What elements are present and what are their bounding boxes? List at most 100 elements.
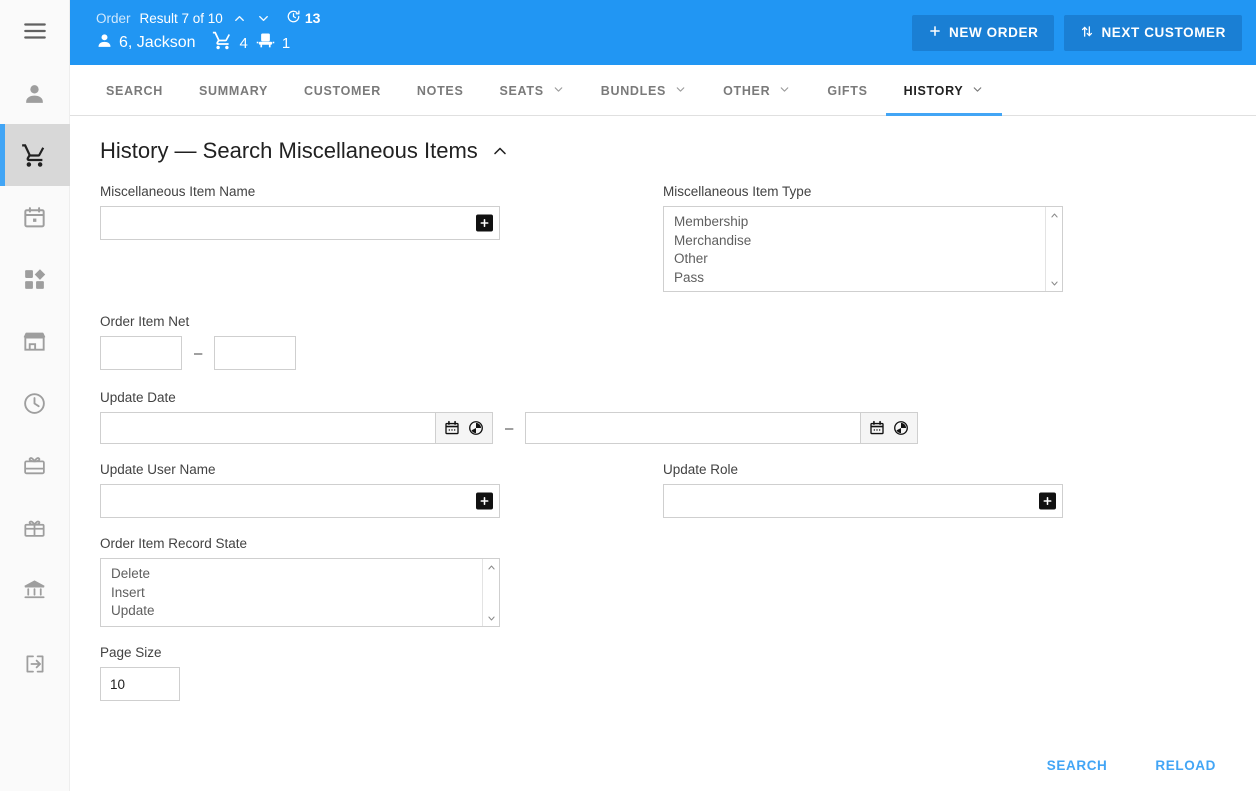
plus-icon bbox=[928, 24, 942, 41]
time-picker-icon[interactable] bbox=[893, 420, 909, 436]
order-item-net-to-input[interactable] bbox=[214, 336, 297, 370]
field-misc-item-name: Miscellaneous Item Name bbox=[100, 184, 663, 240]
tab-bundles[interactable]: BUNDLES bbox=[583, 65, 705, 116]
chevron-down-icon bbox=[552, 83, 565, 99]
sidebar-item-store[interactable] bbox=[0, 310, 70, 372]
tab-gifts[interactable]: GIFTS bbox=[809, 65, 885, 116]
tab-search[interactable]: SEARCH bbox=[88, 65, 181, 116]
sidebar-item-orders[interactable] bbox=[0, 124, 70, 186]
next-customer-label: NEXT CUSTOMER bbox=[1101, 25, 1226, 40]
update-user-name-input-wrapper bbox=[100, 484, 500, 518]
update-date-to-input[interactable] bbox=[525, 412, 861, 444]
update-user-name-input[interactable] bbox=[100, 484, 500, 518]
list-item[interactable]: Other bbox=[664, 250, 1062, 269]
calendar-icon bbox=[22, 205, 47, 230]
page-size-input[interactable] bbox=[100, 667, 180, 701]
storefront-icon bbox=[22, 329, 47, 354]
calendar-picker-icon[interactable] bbox=[444, 420, 460, 436]
tab-other[interactable]: OTHER bbox=[705, 65, 809, 116]
calendar-picker-icon[interactable] bbox=[869, 420, 885, 436]
new-order-button[interactable]: NEW ORDER bbox=[912, 14, 1055, 51]
reload-button[interactable]: RELOAD bbox=[1145, 750, 1226, 781]
collapse-section-icon[interactable] bbox=[490, 141, 510, 161]
field-update-role: Update Role bbox=[663, 462, 1226, 518]
form-actions: SEARCH RELOAD bbox=[1037, 750, 1226, 781]
tab-notes[interactable]: NOTES bbox=[399, 65, 482, 116]
seat-icon bbox=[255, 30, 276, 56]
list-item[interactable]: Pass bbox=[664, 269, 1062, 288]
tab-summary[interactable]: SUMMARY bbox=[181, 65, 286, 116]
form-column-left: Order Item Record State Delete Insert Up… bbox=[100, 518, 680, 627]
left-navigation-rail bbox=[0, 0, 70, 791]
sidebar-item-dashboard[interactable] bbox=[0, 248, 70, 310]
list-item[interactable]: Delete bbox=[101, 565, 499, 584]
field-label: Order Item Net bbox=[100, 314, 190, 329]
update-role-input[interactable] bbox=[663, 484, 1063, 518]
sidebar-item-gift-card[interactable] bbox=[0, 434, 70, 496]
sidebar-item-menu[interactable] bbox=[0, 0, 70, 62]
form-row-1: Miscellaneous Item Name Miscellaneous It… bbox=[100, 170, 1226, 292]
list-item[interactable]: Membership bbox=[664, 213, 1062, 232]
misc-item-name-input[interactable] bbox=[100, 206, 500, 240]
field-label: Order Item Record State bbox=[100, 536, 248, 551]
customer-chip[interactable]: 6, Jackson bbox=[96, 32, 205, 54]
order-item-record-state-listbox[interactable]: Delete Insert Update bbox=[100, 558, 500, 627]
sidebar-item-calendar[interactable] bbox=[0, 186, 70, 248]
update-date-from-buttons bbox=[435, 412, 493, 444]
sidebar-item-logout[interactable] bbox=[0, 633, 70, 695]
tab-seats[interactable]: SEATS bbox=[481, 65, 582, 116]
misc-item-name-input-wrapper bbox=[100, 206, 500, 240]
update-date-to-buttons bbox=[860, 412, 919, 444]
tab-label: SEATS bbox=[499, 83, 544, 98]
order-context: Order Result 7 of 10 13 6, Jackson 4 1 bbox=[96, 9, 320, 56]
list-item[interactable]: Merchandise bbox=[664, 232, 1062, 251]
order-item-net-from-input[interactable] bbox=[100, 336, 182, 370]
time-picker-icon[interactable] bbox=[468, 420, 484, 436]
list-item[interactable]: Insert bbox=[101, 584, 499, 603]
field-update-user-name: Update User Name bbox=[100, 462, 663, 518]
new-order-label: NEW ORDER bbox=[949, 25, 1039, 40]
update-role-input-wrapper bbox=[663, 484, 1063, 518]
sidebar-item-customer[interactable] bbox=[0, 62, 70, 124]
field-label: Miscellaneous Item Type bbox=[663, 184, 812, 199]
scroll-down-icon[interactable] bbox=[483, 610, 500, 626]
tab-label: BUNDLES bbox=[600, 83, 667, 98]
next-customer-button[interactable]: NEXT CUSTOMER bbox=[1064, 14, 1242, 51]
customer-name: 6, Jackson bbox=[119, 34, 196, 51]
scroll-down-icon[interactable] bbox=[1046, 275, 1063, 291]
list-item[interactable]: Update bbox=[101, 602, 499, 621]
scroll-up-icon[interactable] bbox=[483, 559, 500, 575]
tab-label: NOTES bbox=[416, 83, 464, 98]
seats-chip[interactable]: 1 bbox=[255, 30, 290, 56]
scroll-up-icon[interactable] bbox=[1046, 207, 1063, 223]
tab-history[interactable]: HISTORY bbox=[885, 65, 1003, 116]
listbox-scrollbar[interactable] bbox=[482, 559, 499, 626]
update-date-to-group bbox=[525, 412, 919, 444]
previous-result-icon[interactable] bbox=[232, 11, 247, 26]
next-result-icon[interactable] bbox=[256, 11, 271, 26]
add-update-role-icon[interactable] bbox=[1039, 492, 1056, 510]
order-context-row-secondary: 6, Jackson 4 1 bbox=[96, 30, 320, 56]
clock-icon bbox=[22, 391, 47, 416]
search-button[interactable]: SEARCH bbox=[1037, 750, 1118, 781]
form-row-4: Update User Name Update Role bbox=[100, 444, 1226, 518]
listbox-scrollbar[interactable] bbox=[1045, 207, 1062, 291]
chevron-down-icon bbox=[778, 83, 791, 99]
update-date-from-input[interactable] bbox=[100, 412, 435, 444]
sidebar-item-history[interactable] bbox=[0, 372, 70, 434]
sidebar-item-accounts[interactable] bbox=[0, 558, 70, 620]
add-update-user-name-icon[interactable] bbox=[476, 492, 493, 510]
tab-customer[interactable]: CUSTOMER bbox=[286, 65, 399, 116]
add-misc-item-name-icon[interactable] bbox=[476, 214, 493, 232]
history-search-panel: History — Search Miscellaneous Items Mis… bbox=[70, 116, 1256, 791]
entity-label: Order bbox=[96, 10, 131, 26]
dashboard-shapes-icon bbox=[22, 267, 47, 292]
update-date-range: – bbox=[100, 412, 1226, 444]
form-row-6: Page Size bbox=[100, 627, 1226, 701]
bank-icon bbox=[22, 577, 47, 602]
misc-item-type-listbox[interactable]: Membership Merchandise Other Pass bbox=[663, 206, 1063, 292]
top-app-bar: Order Result 7 of 10 13 6, Jackson 4 1 N… bbox=[70, 0, 1256, 65]
cart-chip[interactable]: 4 bbox=[212, 30, 248, 56]
form-column-left: Miscellaneous Item Name bbox=[100, 170, 663, 292]
sidebar-item-gifts[interactable] bbox=[0, 496, 70, 558]
